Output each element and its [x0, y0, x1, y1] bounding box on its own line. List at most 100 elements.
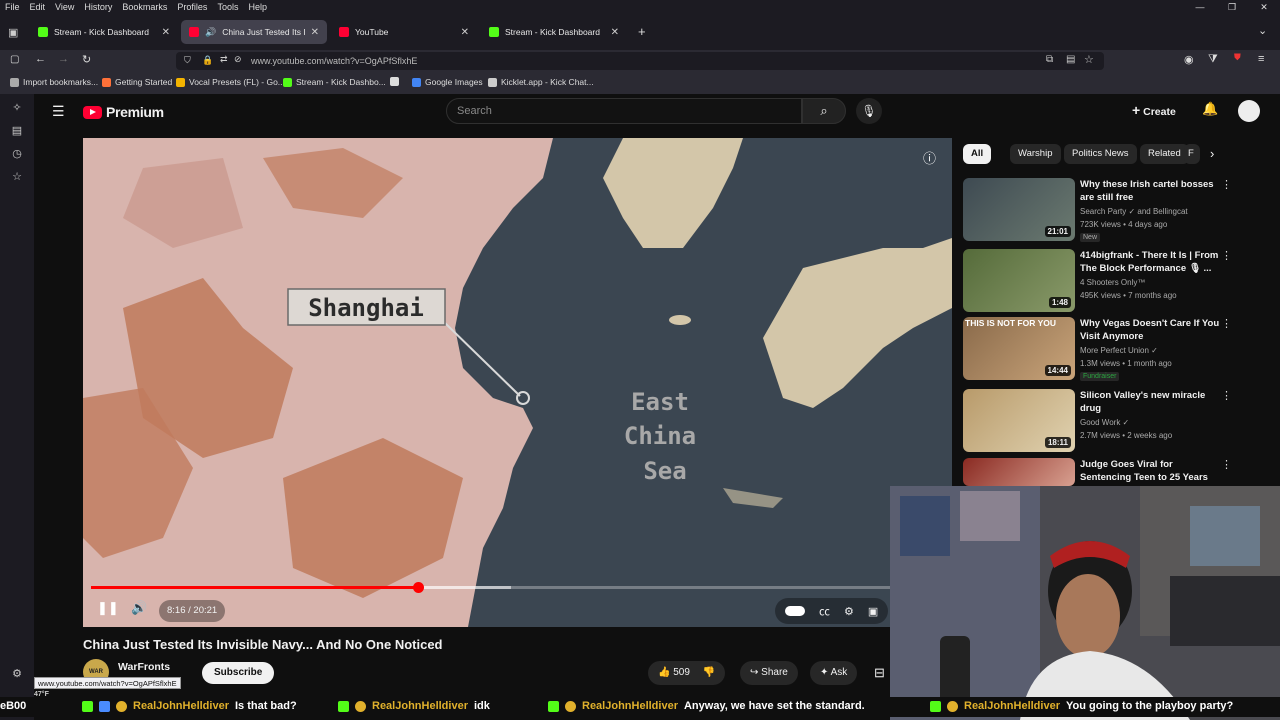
user-avatar[interactable] [1238, 100, 1260, 122]
account-icon[interactable]: ◉ [1184, 53, 1194, 66]
share-button[interactable]: ↪ Share [740, 661, 798, 685]
subtitles-icon[interactable]: ㏄ [819, 603, 830, 619]
more-options-icon[interactable]: ⋮ [1221, 389, 1232, 402]
restore-icon[interactable]: ❐ [1216, 0, 1248, 14]
channel-name[interactable]: WarFronts [118, 661, 170, 673]
sidebar-toggle-icon[interactable]: ▢ [10, 54, 19, 65]
video-thumbnail[interactable]: THIS IS NOT FOR YOU 14:44 [963, 317, 1075, 380]
more-options-icon[interactable]: ⋮ [1221, 458, 1232, 471]
ublock-icon[interactable]: ⛊ [1234, 52, 1241, 63]
pause-icon[interactable]: ❚❚ [97, 600, 119, 616]
close-tab-icon[interactable]: ✕ [311, 27, 319, 38]
youtube-logo[interactable]: Premium [83, 104, 164, 120]
menu-tools[interactable]: Tools [212, 2, 243, 12]
bookmark-kicklet[interactable]: Kicklet.app - Kick Chat... [488, 77, 594, 87]
synced-tabs-icon[interactable]: ▤ [11, 125, 23, 137]
close-tab-icon[interactable]: ✕ [611, 27, 619, 38]
bookmark-import[interactable]: Import bookmarks... [10, 77, 98, 87]
video-thumbnail[interactable]: 18:11 [963, 389, 1075, 452]
hamburger-menu-icon[interactable]: ☰ [52, 103, 65, 120]
menu-view[interactable]: View [50, 2, 79, 12]
tab-youtube[interactable]: YouTube ✕ [331, 20, 477, 44]
create-button[interactable]: + Create [1132, 102, 1176, 118]
close-tab-icon[interactable]: ✕ [461, 27, 469, 38]
permissions-icon[interactable]: ⇄ [220, 54, 228, 65]
save-bookmark-icon[interactable]: ⊟ [874, 665, 885, 681]
recommended-video[interactable]: 18:11 Silicon Valley's new miracle drug … [963, 389, 1263, 453]
forward-icon[interactable]: → [58, 53, 69, 65]
tab-kick-dashboard-1[interactable]: Stream - Kick Dashboard ✕ [30, 20, 178, 44]
thumbs-down-icon[interactable]: 👎 [703, 667, 715, 678]
chip-all[interactable]: All [963, 144, 992, 164]
menu-edit[interactable]: Edit [25, 2, 51, 12]
recommended-video[interactable]: THIS IS NOT FOR YOU 14:44 Why Vegas Does… [963, 317, 1263, 381]
tracking-icon[interactable]: ⊘ [234, 54, 242, 65]
channel-name[interactable]: 4 Shooters Only™ [1080, 278, 1145, 287]
ai-chat-icon[interactable]: ✧ [11, 102, 23, 114]
more-options-icon[interactable]: ⋮ [1221, 249, 1232, 262]
menu-file[interactable]: File [0, 2, 25, 12]
ask-button[interactable]: ✦ Ask [810, 661, 858, 685]
chip-warship[interactable]: Warship [1010, 144, 1061, 164]
channel-name[interactable]: More Perfect Union ✓ [1080, 346, 1158, 355]
video-thumbnail[interactable] [963, 458, 1075, 486]
bookmarks-icon[interactable]: ☆ [11, 171, 23, 183]
subscribe-button[interactable]: Subscribe [202, 662, 275, 684]
search-button[interactable]: ⌕ [802, 98, 846, 124]
chip-related[interactable]: Related [1140, 144, 1189, 164]
video-title[interactable]: Silicon Valley's new miracle drug [1080, 389, 1220, 415]
reader-view-icon[interactable]: ▤ [1066, 54, 1075, 65]
tab-kick-dashboard-2[interactable]: Stream - Kick Dashboard ✕ [481, 20, 627, 44]
tab-overview-icon[interactable]: ▣ [8, 26, 18, 39]
chip-partial[interactable]: F [1184, 144, 1200, 164]
menu-history[interactable]: History [79, 2, 117, 12]
close-window-icon[interactable]: ✕ [1248, 0, 1280, 14]
channel-name[interactable]: Good Work ✓ [1080, 418, 1129, 427]
video-thumbnail[interactable]: 21:01 [963, 178, 1075, 241]
bookmark-vocal-presets[interactable]: Vocal Presets (FL) - Go... [176, 77, 285, 87]
notifications-bell-icon[interactable]: 🔔 [1202, 101, 1218, 117]
recommended-video[interactable]: Judge Goes Viral for Sentencing Teen to … [963, 458, 1263, 496]
bookmark-star-icon[interactable]: ☆ [1084, 53, 1094, 66]
channel-name[interactable]: Search Party ✓ and Bellingcat [1080, 207, 1188, 216]
chip-politics-news[interactable]: Politics News [1064, 144, 1137, 164]
miniplayer-icon[interactable]: ▣ [868, 605, 878, 618]
search-input[interactable]: Search [446, 98, 802, 124]
video-player[interactable]: Shanghai East China Sea ⓘ ❚❚ 🔊 8:16 / 20… [83, 138, 952, 627]
app-menu-icon[interactable]: ≡ [1258, 53, 1264, 65]
volume-icon[interactable]: 🔊 [131, 600, 147, 616]
extensions-icon[interactable]: ⧩ [1208, 53, 1218, 66]
list-tabs-icon[interactable]: ⌄ [1258, 24, 1267, 37]
close-tab-icon[interactable]: ✕ [162, 27, 170, 38]
more-options-icon[interactable]: ⋮ [1221, 178, 1232, 191]
speaker-icon[interactable]: 🔊 [205, 27, 216, 38]
video-title[interactable]: Why Vegas Doesn't Care If You Visit Anym… [1080, 317, 1220, 343]
menu-bookmarks[interactable]: Bookmarks [117, 2, 172, 12]
progress-scrubber[interactable] [413, 582, 424, 593]
recommended-video[interactable]: 1:48 414bigfrank - There It Is | From Th… [963, 249, 1263, 313]
shield-icon[interactable]: ⛉ [184, 55, 191, 66]
settings-gear-icon[interactable]: ⚙ [844, 605, 854, 618]
bookmark-s[interactable] [390, 77, 399, 86]
minimize-icon[interactable]: — [1184, 0, 1216, 14]
like-button[interactable]: 👍 509 👎 [648, 661, 726, 685]
settings-gear-icon[interactable]: ⚙ [11, 668, 23, 680]
bookmark-kick-dashboard[interactable]: Stream - Kick Dashbo... [283, 77, 386, 87]
chevron-right-icon[interactable]: › [1210, 146, 1214, 161]
tab-youtube-video[interactable]: 🔊 China Just Tested Its Invisib ✕ [181, 20, 327, 44]
video-thumbnail[interactable]: 1:48 [963, 249, 1075, 312]
menu-help[interactable]: Help [243, 2, 272, 12]
new-tab-icon[interactable]: + [638, 24, 646, 39]
info-icon[interactable]: ⓘ [923, 148, 936, 167]
pip-icon[interactable]: ⧉ [1046, 54, 1053, 65]
video-title[interactable]: 414bigfrank - There It Is | From The Blo… [1080, 249, 1220, 275]
back-icon[interactable]: ← [35, 53, 46, 65]
autoplay-toggle-icon[interactable] [785, 606, 805, 616]
recommended-video[interactable]: 21:01 Why these Irish cartel bosses are … [963, 178, 1263, 242]
lock-icon[interactable]: 🔒 [202, 55, 213, 66]
bookmark-getting-started[interactable]: Getting Started [102, 77, 172, 87]
video-title[interactable]: Why these Irish cartel bosses are still … [1080, 178, 1220, 204]
bookmark-google-images[interactable]: Google Images [412, 77, 483, 87]
more-options-icon[interactable]: ⋮ [1221, 317, 1232, 330]
url-bar[interactable]: ⛉ 🔒 ⇄ ⊘ www.youtube.com/watch?v=OgAPfSfl… [176, 52, 1104, 70]
